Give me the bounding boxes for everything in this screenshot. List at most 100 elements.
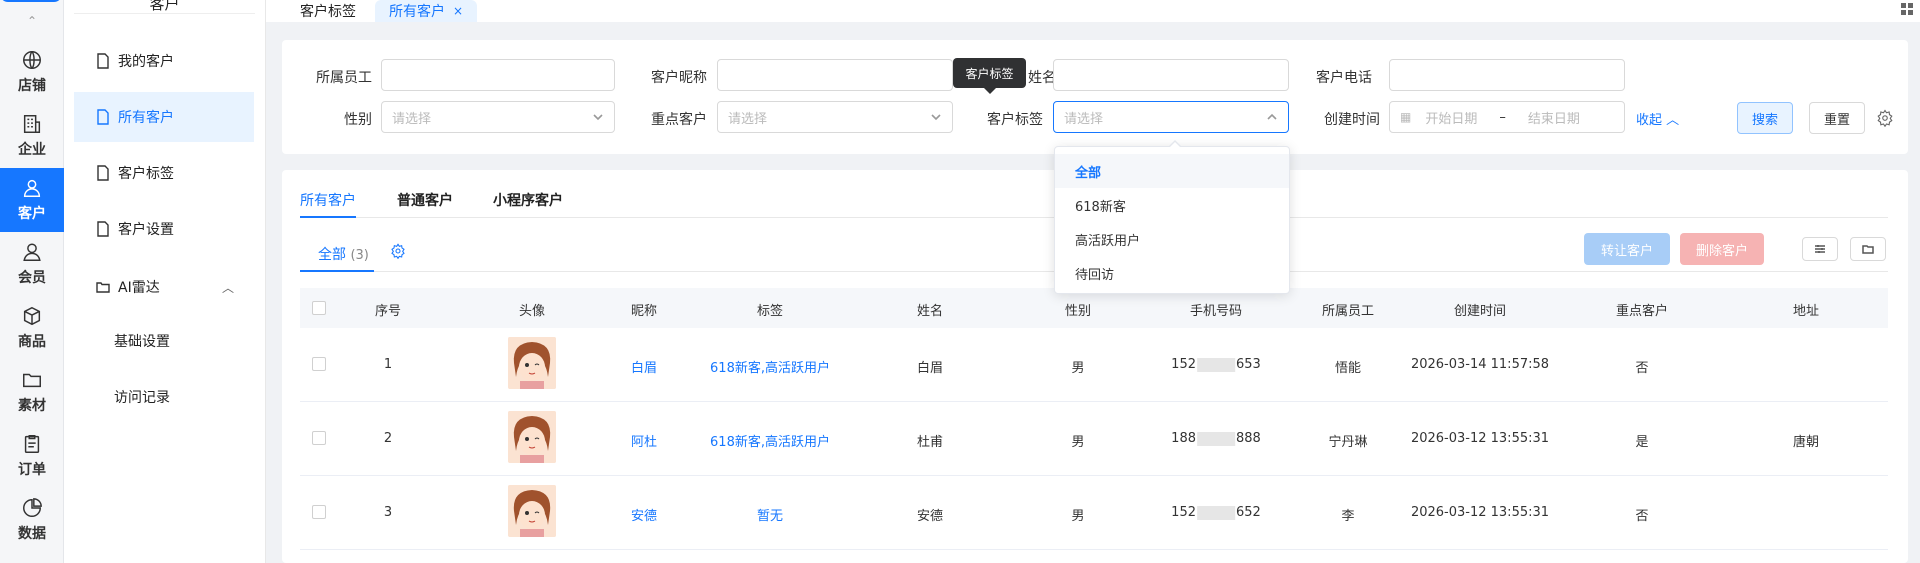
tab-all-customers-list[interactable]: 所有客户 xyxy=(300,190,356,210)
tags-link[interactable]: 暂无 xyxy=(757,505,783,524)
phone-suffix: 653 xyxy=(1236,357,1261,372)
row-name: 安德 xyxy=(916,509,944,524)
rail-item-member[interactable]: 会员 xyxy=(0,232,64,296)
key-customer-select[interactable]: 请选择 xyxy=(717,101,953,133)
rail-item-enterprise[interactable]: 企业 xyxy=(0,104,64,168)
search-button[interactable]: 搜索 xyxy=(1737,102,1793,134)
rail-item-order[interactable]: 订单 xyxy=(0,424,64,488)
delete-customer-button[interactable]: 删除客户 xyxy=(1680,233,1764,265)
row-checkbox[interactable] xyxy=(312,431,326,445)
column-settings-icon[interactable] xyxy=(1802,237,1838,261)
rail-item-data[interactable]: 数据 xyxy=(0,488,64,552)
filter-panel: 所属员工 客户昵称 姓名 客户电话 性别 请选择 重点客户 请选择 客户标签 请… xyxy=(282,40,1908,154)
rail-item-label: 企业 xyxy=(18,142,46,158)
nickname-input[interactable] xyxy=(717,59,953,91)
table-row[interactable]: 1 白眉 618新客,高活跃用户 白眉 男 152 653 悟能 2026-03-… xyxy=(300,328,1888,402)
dropdown-option[interactable]: 待回访 xyxy=(1055,256,1289,290)
row-created: 2026-03-12 13:55:31 xyxy=(1410,505,1550,520)
end-date-placeholder: 结束日期 xyxy=(1527,111,1580,127)
rail-top-indicator xyxy=(0,0,62,2)
settings-icon[interactable] xyxy=(390,243,406,260)
left-icon-rail: ⌃ 店铺 企业 客户 会员 商品 素材 订单 数据 xyxy=(0,0,64,563)
select-all-checkbox[interactable] xyxy=(312,301,326,315)
close-icon[interactable]: × xyxy=(453,4,463,18)
table-row[interactable]: 2 阿杜 618新客,高活跃用户 杜甫 男 188 888 宁丹琳 2026-03… xyxy=(300,402,1888,476)
rail-item-label: 订单 xyxy=(18,462,46,478)
submenu-item-customer-settings[interactable]: 客户设置 xyxy=(74,204,254,254)
submenu-item-label: 所有客户 xyxy=(118,110,174,126)
submenu-item-visit-records[interactable]: 访问记录 xyxy=(74,377,254,417)
row-checkbox[interactable] xyxy=(312,357,326,371)
subtab-all[interactable]: 全部 (3) xyxy=(318,244,369,264)
rail-item-label: 素材 xyxy=(18,398,46,414)
dropdown-option[interactable]: 全部 xyxy=(1055,154,1289,188)
submenu-item-basic-settings[interactable]: 基础设置 xyxy=(74,321,254,361)
submenu-item-label: 基础设置 xyxy=(114,334,170,350)
folder-icon[interactable] xyxy=(1850,237,1886,261)
nickname-link[interactable]: 阿杜 xyxy=(631,431,657,450)
column-header: 地址 xyxy=(1792,304,1820,319)
avatar xyxy=(508,411,556,463)
reset-button[interactable]: 重置 xyxy=(1809,102,1865,134)
chevron-up-icon[interactable]: ⌃ xyxy=(0,14,64,28)
phone-label: 客户电话 xyxy=(1316,70,1372,86)
gear-icon[interactable] xyxy=(1876,109,1894,128)
page-tab-bar: 客户标签 所有客户 × xyxy=(266,0,1920,22)
tag-dropdown-menu: 全部 618新客 高活跃用户 待回访 xyxy=(1054,140,1290,294)
table-row[interactable]: 3 安德 暂无 安德 男 152 652 李 2026-03-12 13:55:3… xyxy=(300,476,1888,550)
row-gender: 男 xyxy=(1071,435,1085,450)
submenu-item-my-customers[interactable]: 我的客户 xyxy=(74,36,254,86)
created-date-range[interactable]: ▦ 开始日期 – 结束日期 xyxy=(1389,101,1625,133)
tab-normal-customers[interactable]: 普通客户 xyxy=(397,190,453,210)
dropdown-option[interactable]: 高活跃用户 xyxy=(1055,222,1289,256)
rail-item-material[interactable]: 素材 xyxy=(0,360,64,424)
submenu-item-all-customers[interactable]: 所有客户 xyxy=(74,92,254,142)
phone-suffix: 888 xyxy=(1236,431,1261,446)
avatar xyxy=(508,485,556,537)
nickname-link[interactable]: 安德 xyxy=(631,505,657,524)
created-time-label: 创建时间 xyxy=(1324,112,1380,128)
employee-label: 所属员工 xyxy=(316,70,372,86)
rail-item-customer[interactable]: 客户 xyxy=(0,168,64,232)
customer-submenu: 客户 我的客户 所有客户 客户标签 客户设置 AI雷达 ︿ 基础设置 访问记录 xyxy=(64,0,266,563)
gender-select[interactable]: 请选择 xyxy=(381,101,615,133)
phone-input[interactable] xyxy=(1389,59,1625,91)
tab-miniprogram-customers[interactable]: 小程序客户 xyxy=(493,190,563,210)
row-gender: 男 xyxy=(1071,509,1085,524)
column-header: 所属员工 xyxy=(1321,304,1375,319)
row-checkbox[interactable] xyxy=(312,505,326,519)
submenu-item-label: 我的客户 xyxy=(118,54,174,70)
phone-mask xyxy=(1197,357,1235,372)
row-name: 白眉 xyxy=(916,361,944,376)
collapse-link[interactable]: 收起 ︿ xyxy=(1636,109,1679,128)
avatar xyxy=(508,337,556,389)
tab-all-customers[interactable]: 所有客户 × xyxy=(375,0,478,22)
nickname-label: 客户昵称 xyxy=(651,70,707,86)
name-input[interactable] xyxy=(1053,59,1289,91)
pie-chart-icon xyxy=(21,497,43,519)
rail-item-store[interactable]: 店铺 xyxy=(0,40,64,104)
submenu-group-ai-radar[interactable]: AI雷达 ︿ xyxy=(74,262,254,312)
employee-input[interactable] xyxy=(381,59,615,91)
nickname-link[interactable]: 白眉 xyxy=(631,357,657,376)
tab-customer-tags[interactable]: 客户标签 xyxy=(286,0,370,22)
submenu-item-label: AI雷达 xyxy=(118,280,160,296)
transfer-customer-button[interactable]: 转让客户 xyxy=(1584,233,1670,265)
tags-link[interactable]: 618新客,高活跃用户 xyxy=(710,431,830,450)
submenu-item-customer-tags[interactable]: 客户标签 xyxy=(74,148,254,198)
rail-item-product[interactable]: 商品 xyxy=(0,296,64,360)
file-icon xyxy=(96,165,110,181)
table-header: 序号 头像 昵称 标签 姓名 性别 手机号码 所属员工 创建时间 重点客户 地址 xyxy=(300,288,1888,328)
calendar-icon: ▦ xyxy=(1400,110,1412,124)
row-employee: 悟能 xyxy=(1334,361,1362,376)
file-icon xyxy=(96,109,110,125)
column-header: 序号 xyxy=(374,304,402,319)
dropdown-option[interactable]: 618新客 xyxy=(1055,188,1289,222)
phone-suffix: 652 xyxy=(1236,505,1261,520)
submenu-item-label: 客户标签 xyxy=(118,166,174,182)
chevron-up-icon: ︿ xyxy=(221,280,234,295)
row-key-customer: 否 xyxy=(1635,509,1649,524)
tag-select[interactable]: 请选择 xyxy=(1053,101,1289,133)
grid-icon[interactable] xyxy=(1900,2,1914,16)
tags-link[interactable]: 618新客,高活跃用户 xyxy=(710,357,830,376)
